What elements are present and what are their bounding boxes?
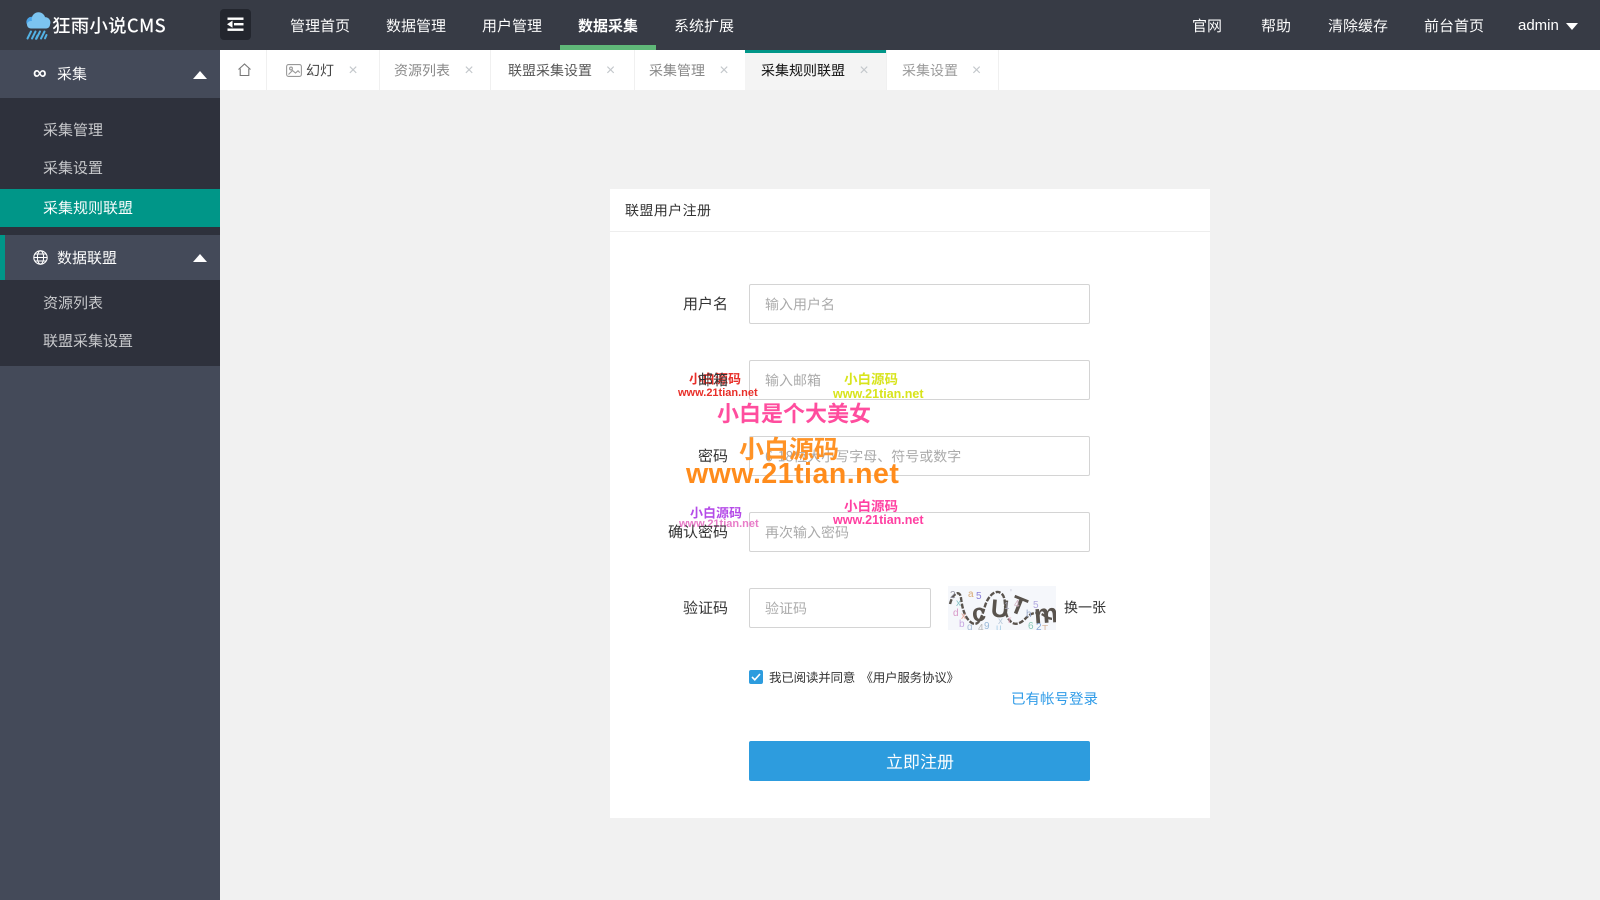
svg-text:1: 1: [1004, 601, 1010, 612]
svg-text:b: b: [959, 619, 965, 630]
svg-text:4: 4: [1014, 599, 1020, 610]
svg-text:a: a: [968, 589, 974, 600]
svg-text:x: x: [998, 616, 1003, 627]
svg-text:d: d: [953, 608, 959, 619]
svg-text:6: 6: [1028, 621, 1034, 630]
svg-text:h: h: [1026, 609, 1032, 620]
svg-text:5: 5: [976, 591, 982, 602]
svg-text:': ': [1010, 588, 1012, 599]
svg-text:q: q: [967, 622, 973, 630]
svg-text:9: 9: [984, 621, 990, 630]
svg-text:5: 5: [1033, 600, 1039, 611]
svg-text:T: T: [1042, 624, 1048, 630]
